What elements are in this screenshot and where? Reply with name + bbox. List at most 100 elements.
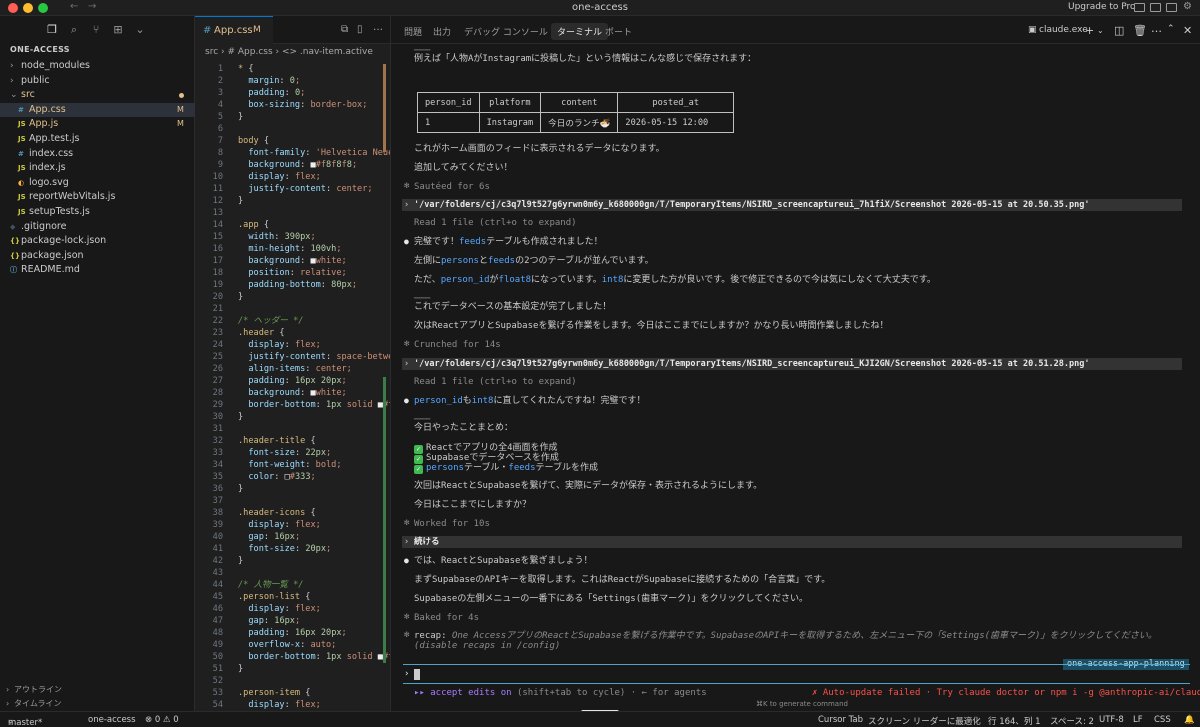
tree-item-reportwebvitals-js[interactable]: JS reportWebVitals.js [0, 190, 195, 204]
code-line[interactable]: 17 background: ■white; [195, 256, 390, 268]
outline-section[interactable]: › アウトライン [0, 683, 195, 697]
breadcrumb[interactable]: src › # App.css › <> .nav-item.active [205, 47, 373, 57]
code-line[interactable]: 38 .header-icons { [195, 508, 390, 520]
code-line[interactable]: 36} [195, 484, 390, 496]
code-line[interactable]: 50 border-bottom: 1px solid ■#f [195, 652, 390, 664]
code-line[interactable]: 29 border-bottom: 1px solid ■#f( [195, 400, 390, 412]
trash-icon[interactable]: 🗑 [1133, 24, 1147, 37]
code-line[interactable]: 25 justify-content: space-betwee [195, 352, 390, 364]
terminal-name[interactable]: claude.exe [1039, 25, 1088, 35]
code-line[interactable]: 15 width: 390px; [195, 232, 390, 244]
code-line[interactable]: 32 .header-title { [195, 436, 390, 448]
code-line[interactable]: 54 display: flex; [195, 700, 390, 711]
read-note[interactable]: Read 1 file (ctrl+o to expand) [414, 217, 577, 229]
code-line[interactable]: 11 justify-content: center; [195, 184, 390, 196]
tree-item-index-js[interactable]: JS index.js [0, 161, 195, 175]
language-indicator[interactable]: CSS [1154, 715, 1171, 725]
editor-layout-icon[interactable]: ▯ [357, 24, 363, 35]
code-line[interactable]: 6 [195, 124, 390, 136]
eol-indicator[interactable]: LF [1133, 715, 1143, 725]
code-line[interactable]: 7 body { [195, 136, 390, 148]
breadcrumb-item[interactable]: src [205, 47, 218, 57]
code-line[interactable]: 20} [195, 292, 390, 304]
upgrade-button[interactable]: Upgrade to Pro [1068, 2, 1136, 12]
code-line[interactable]: 13 [195, 208, 390, 220]
code-line[interactable]: 34 font-weight: bold; [195, 460, 390, 472]
search-icon[interactable]: ⌕ [68, 24, 80, 36]
code-line[interactable]: 53 .person-item { [195, 688, 390, 700]
code-line[interactable]: 43 [195, 568, 390, 580]
editor-more-icon[interactable]: … [373, 22, 383, 33]
code-line[interactable]: 52 [195, 676, 390, 688]
extensions-icon[interactable]: ⊞ [112, 24, 124, 36]
close-panel-icon[interactable]: ✕ [1183, 24, 1192, 37]
code-line[interactable]: 19 padding-bottom: 80px; [195, 280, 390, 292]
read-note[interactable]: Read 1 file (ctrl+o to expand) [414, 376, 577, 388]
code-line[interactable]: 10 display: flex; [195, 172, 390, 184]
tree-item-setuptests-js[interactable]: JS setupTests.js [0, 205, 195, 219]
mode-line[interactable]: ▸▸ accept edits on (shift+tab to cycle) … [414, 687, 707, 699]
project-header[interactable]: ONE-ACCESS [10, 45, 70, 54]
toggle-panel-icon[interactable] [1150, 3, 1161, 12]
code-line[interactable]: 40 gap: 16px; [195, 532, 390, 544]
settings-gear-icon[interactable]: ⚙ [1183, 1, 1192, 12]
tree-item-node-modules[interactable]: › node_modules [0, 59, 195, 73]
line-col-indicator[interactable]: 行 164、列 1 [988, 715, 1041, 727]
code-line[interactable]: 28 background: ■white; [195, 388, 390, 400]
code-line[interactable]: 23 .header { [195, 328, 390, 340]
terminal-dropdown-icon[interactable]: ⌄ [1097, 26, 1104, 35]
code-line[interactable]: 14 .app { [195, 220, 390, 232]
source-control-icon[interactable]: ⑂ [90, 24, 102, 36]
toggle-secondary-sidebar-icon[interactable] [1166, 3, 1177, 12]
code-line[interactable]: 9 background: ■#f8f8f8; [195, 160, 390, 172]
tree-item-app-js[interactable]: JS App.js M [0, 117, 195, 131]
code-line[interactable]: 1 * { [195, 64, 390, 76]
prompt-input[interactable] [414, 669, 420, 680]
split-terminal-icon[interactable]: ◫ [1114, 24, 1124, 37]
tab-app-css[interactable]: # App.css M [195, 16, 273, 44]
code-line[interactable]: 48 padding: 16px 20px; [195, 628, 390, 640]
tree-item-gitignore[interactable]: ◆ .gitignore [0, 220, 195, 234]
screen-reader-indicator[interactable]: スクリーン リーダーに最適化 [868, 715, 981, 727]
code-line[interactable]: 16 min-height: 100vh; [195, 244, 390, 256]
tree-item-app-test-js[interactable]: JS App.test.js [0, 132, 195, 146]
panel-tab[interactable]: 問題 [404, 25, 422, 38]
panel-tab[interactable]: 出力 [433, 25, 451, 38]
tree-item-logo-svg[interactable]: ◐ logo.svg [0, 176, 195, 190]
cursor-tab-indicator[interactable]: Cursor Tab [818, 715, 863, 725]
tree-item-readme-md[interactable]: ⓘ README.md [0, 263, 195, 277]
maximize-panel-icon[interactable]: ⌃ [1167, 24, 1175, 34]
new-terminal-icon[interactable]: + [1085, 24, 1094, 37]
code-line[interactable]: 26 align-items: center; [195, 364, 390, 376]
code-line[interactable]: 3 padding: 0; [195, 88, 390, 100]
panel-more-icon[interactable]: … [1151, 22, 1162, 35]
code-line[interactable]: 22 /* ヘッダー */ [195, 316, 390, 328]
split-editor-icon[interactable]: ⧉ [341, 24, 348, 35]
more-icon[interactable]: ⌄ [134, 24, 146, 36]
code-line[interactable]: 39 display: flex; [195, 520, 390, 532]
code-line[interactable]: 12} [195, 196, 390, 208]
code-line[interactable]: 33 font-size: 22px; [195, 448, 390, 460]
code-line[interactable]: 31 [195, 424, 390, 436]
code-line[interactable]: 24 display: flex; [195, 340, 390, 352]
code-line[interactable]: 44 /* 人物一覧 */ [195, 580, 390, 592]
panel-tab[interactable]: ターミナル [551, 23, 609, 40]
terminal-output[interactable]: ─── 例えば「人物AがInstagramに投稿した」という情報はこんな感じで保… [391, 44, 1200, 711]
tree-item-index-css[interactable]: # index.css [0, 147, 195, 161]
code-line[interactable]: 46 display: flex; [195, 604, 390, 616]
tree-item-package-json[interactable]: {} package.json [0, 249, 195, 263]
files-icon[interactable]: ❐ [46, 24, 58, 36]
project-indicator[interactable]: one-access [88, 715, 136, 725]
panel-tab[interactable]: デバッグ コンソール [464, 25, 548, 38]
notifications-bell-icon[interactable]: 🔔 [1184, 715, 1195, 725]
breadcrumb-item[interactable]: <> .nav-item.active [282, 47, 373, 57]
toggle-sidebar-icon[interactable] [1134, 3, 1145, 12]
code-line[interactable]: 41 font-size: 20px; [195, 544, 390, 556]
code-line[interactable]: 47 gap: 16px; [195, 616, 390, 628]
code-line[interactable]: 27 padding: 16px 20px; [195, 376, 390, 388]
code-line[interactable]: 30} [195, 412, 390, 424]
code-line[interactable]: 8 font-family: 'Helvetica Neue' [195, 148, 390, 160]
tree-item-app-css[interactable]: # App.css M [0, 102, 195, 117]
tree-item-public[interactable]: › public [0, 74, 195, 88]
code-line[interactable]: 51} [195, 664, 390, 676]
